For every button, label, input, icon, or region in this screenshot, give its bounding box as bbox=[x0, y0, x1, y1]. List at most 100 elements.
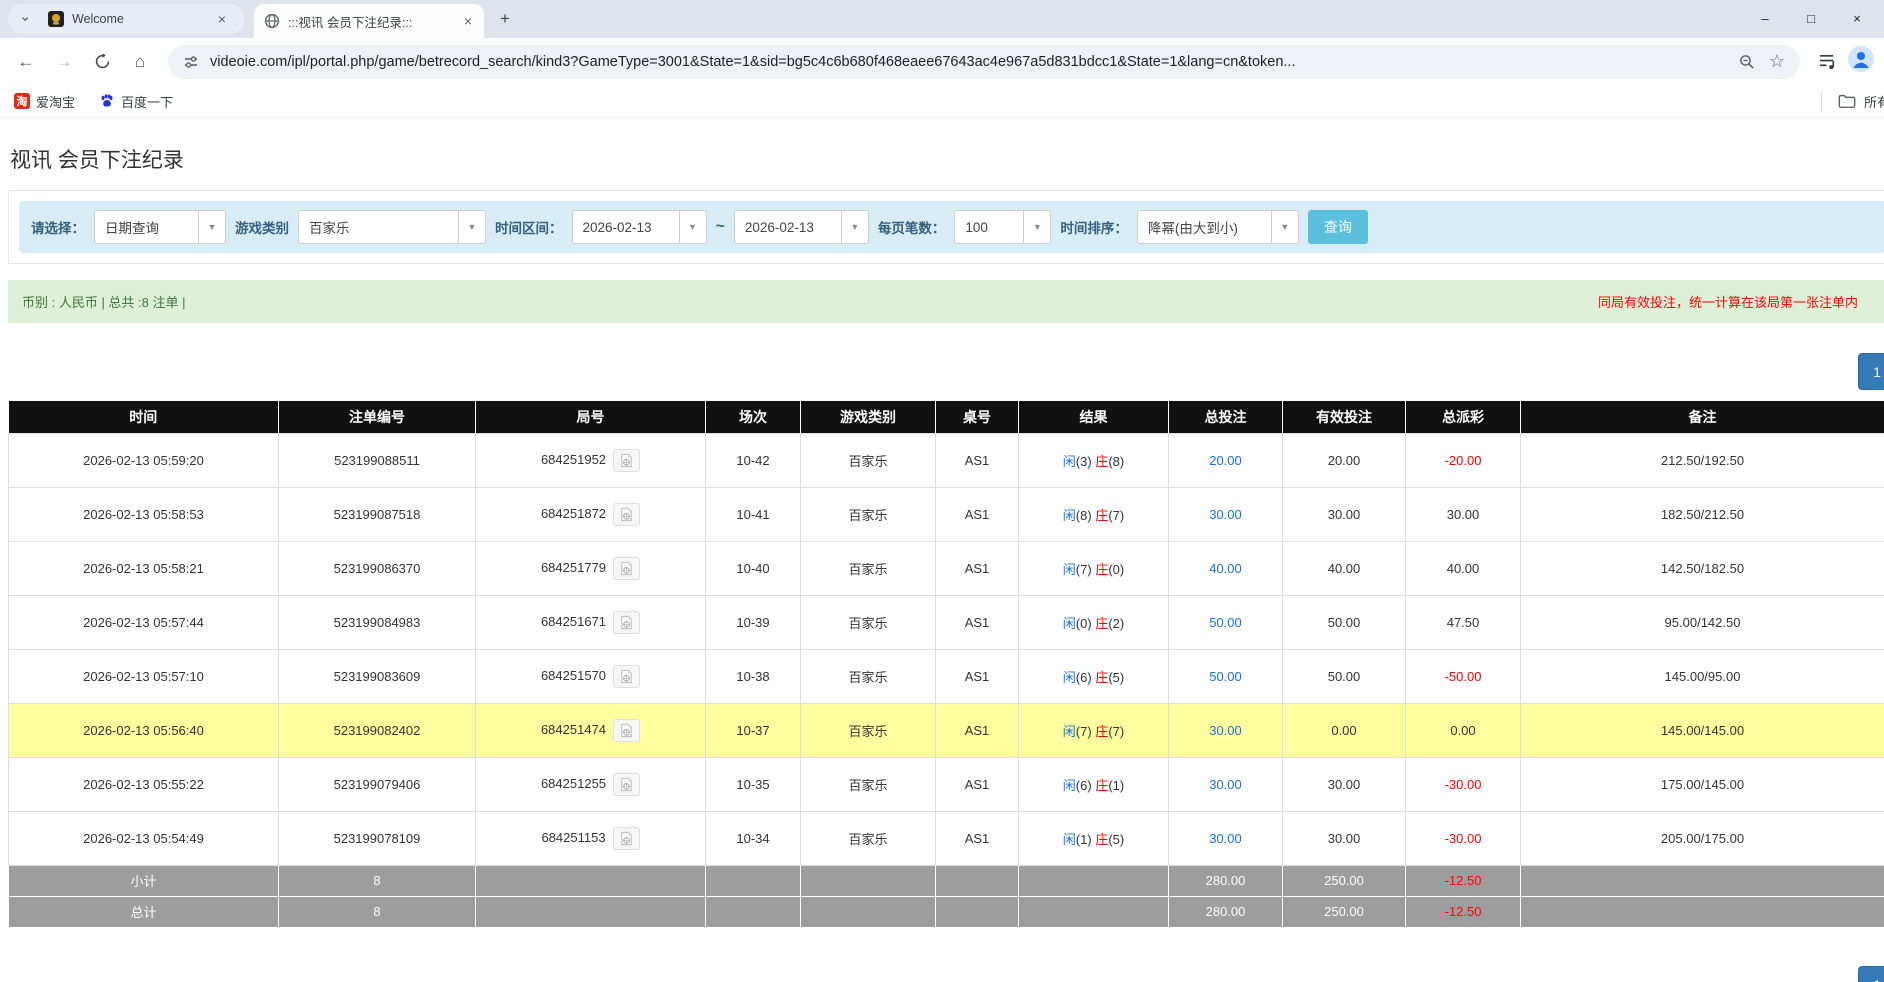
cell-bet-id: 523199083609 bbox=[279, 649, 476, 703]
bookmark-label: 爱淘宝 bbox=[36, 92, 75, 111]
tilde-separator: ~ bbox=[716, 218, 725, 236]
cell-time: 2026-02-13 05:58:21 bbox=[9, 541, 279, 595]
date-from-select[interactable]: 2026-02-13 ▼ bbox=[572, 210, 707, 244]
caret-down-icon: ▼ bbox=[679, 211, 706, 243]
sort-label: 时间排序： bbox=[1060, 217, 1128, 237]
pagination-zone: 1 bbox=[0, 323, 1884, 401]
game-type-select[interactable]: 百家乐 ▼ bbox=[298, 210, 486, 244]
folder-icon bbox=[1838, 93, 1856, 109]
forward-button[interactable]: → bbox=[48, 46, 80, 78]
cell-payout: 30.00 bbox=[1406, 487, 1521, 541]
video-replay-button[interactable] bbox=[613, 665, 640, 688]
cell-table-no: AS1 bbox=[936, 595, 1019, 649]
bookmark-taobao[interactable]: 淘 爱淘宝 bbox=[14, 92, 75, 111]
table-row: 2026-02-13 05:54:49523199078109684251153… bbox=[9, 811, 1884, 865]
bookmark-star-icon[interactable]: ☆ bbox=[1766, 51, 1788, 73]
cell-round-id: 684251153 bbox=[476, 811, 706, 865]
video-replay-button[interactable] bbox=[613, 611, 640, 634]
tab-close-icon[interactable]: × bbox=[216, 11, 228, 27]
page-size-value: 100 bbox=[955, 211, 1023, 243]
cell-sum-empty bbox=[706, 896, 801, 927]
cell-valid-bet: 50.00 bbox=[1283, 649, 1406, 703]
cell-session: 10-35 bbox=[706, 757, 801, 811]
query-type-select[interactable]: 日期查询 ▼ bbox=[94, 210, 226, 244]
reload-button[interactable] bbox=[86, 46, 118, 78]
cell-time: 2026-02-13 05:58:53 bbox=[9, 487, 279, 541]
cell-valid-bet: 30.00 bbox=[1283, 487, 1406, 541]
table-row: 2026-02-13 05:55:22523199079406684251255… bbox=[9, 757, 1884, 811]
summary-note: 同局有效投注，统一计算在该局第一张注单内 bbox=[1598, 292, 1884, 311]
zoom-icon[interactable] bbox=[1736, 51, 1758, 73]
column-header: 总投注 bbox=[1169, 401, 1283, 433]
cell-round-id: 684251570 bbox=[476, 649, 706, 703]
cell-sum-count: 8 bbox=[279, 865, 476, 896]
minimize-button[interactable]: – bbox=[1746, 6, 1784, 30]
date-from-value: 2026-02-13 bbox=[573, 211, 679, 243]
all-bookmarks[interactable]: 所有书签 bbox=[1821, 91, 1884, 111]
sort-select[interactable]: 降幂(由大到小) ▼ bbox=[1137, 210, 1299, 244]
table-header: 时间注单编号局号场次游戏类别桌号结果总投注有效投注总派彩备注 bbox=[9, 401, 1884, 433]
cell-sum-count: 8 bbox=[279, 896, 476, 927]
pagination-page-1-button-bottom[interactable]: 1 bbox=[1858, 966, 1884, 982]
cell-session: 10-42 bbox=[706, 433, 801, 487]
pagination-page-1-button[interactable]: 1 bbox=[1858, 353, 1884, 390]
cell-payout: -30.00 bbox=[1406, 811, 1521, 865]
cell-note: 212.50/192.50 bbox=[1521, 433, 1884, 487]
cell-valid-bet: 20.00 bbox=[1283, 433, 1406, 487]
cell-sum-empty bbox=[706, 865, 801, 896]
date-to-select[interactable]: 2026-02-13 ▼ bbox=[734, 210, 869, 244]
video-replay-button[interactable] bbox=[613, 827, 640, 850]
page-size-select[interactable]: 100 ▼ bbox=[954, 210, 1051, 244]
cell-valid-bet: 40.00 bbox=[1283, 541, 1406, 595]
cell-payout: -30.00 bbox=[1406, 757, 1521, 811]
cell-sum-empty bbox=[936, 896, 1019, 927]
video-replay-button[interactable] bbox=[613, 557, 640, 580]
cell-payout: 0.00 bbox=[1406, 703, 1521, 757]
cell-result: 闲(6) 庄(1) bbox=[1019, 757, 1169, 811]
column-header: 桌号 bbox=[936, 401, 1019, 433]
profile-avatar[interactable] bbox=[1848, 46, 1874, 77]
sort-value: 降幂(由大到小) bbox=[1138, 211, 1271, 243]
cell-time: 2026-02-13 05:59:20 bbox=[9, 433, 279, 487]
home-button[interactable]: ⌂ bbox=[124, 46, 156, 78]
video-replay-button[interactable] bbox=[613, 719, 640, 742]
column-header: 总派彩 bbox=[1406, 401, 1521, 433]
site-info-icon[interactable] bbox=[180, 51, 202, 73]
inactive-tab-group: › Welcome × bbox=[8, 4, 244, 34]
video-replay-button[interactable] bbox=[613, 449, 640, 472]
address-bar[interactable]: videoie.com/ipl/portal.php/game/betrecor… bbox=[168, 45, 1800, 79]
bookmark-baidu[interactable]: 百度一下 bbox=[99, 92, 173, 111]
cell-sum-valid-bet: 250.00 bbox=[1283, 865, 1406, 896]
summary-bar: 币别 : 人民币 | 总共 :8 注单 | 同局有效投注，统一计算在该局第一张注… bbox=[8, 280, 1884, 323]
summary-row: 总计8280.00250.00-12.50 bbox=[9, 896, 1884, 927]
reading-list-icon[interactable] bbox=[1816, 51, 1838, 73]
cell-bet-id: 523199088511 bbox=[279, 433, 476, 487]
cell-game-type: 百家乐 bbox=[801, 487, 936, 541]
cell-total-bet: 20.00 bbox=[1169, 433, 1283, 487]
tab-title: :::视讯 会员下注纪录::: bbox=[288, 12, 454, 31]
url-text[interactable]: videoie.com/ipl/portal.php/game/betrecor… bbox=[210, 54, 1728, 70]
cell-round-id: 684251474 bbox=[476, 703, 706, 757]
cell-table-no: AS1 bbox=[936, 649, 1019, 703]
back-button[interactable]: ← bbox=[10, 46, 42, 78]
caret-down-icon: ▼ bbox=[458, 211, 485, 243]
toolbar-right bbox=[1812, 46, 1874, 77]
search-button[interactable]: 查询 bbox=[1308, 210, 1368, 244]
tab-bet-record[interactable]: :::视讯 会员下注纪录::: × bbox=[254, 4, 484, 38]
cell-game-type: 百家乐 bbox=[801, 433, 936, 487]
video-replay-button[interactable] bbox=[613, 773, 640, 796]
cell-bet-id: 523199078109 bbox=[279, 811, 476, 865]
column-header: 局号 bbox=[476, 401, 706, 433]
tab-close-icon[interactable]: × bbox=[462, 13, 474, 29]
cell-sum-empty bbox=[1019, 865, 1169, 896]
maximize-button[interactable]: □ bbox=[1792, 6, 1830, 30]
summary-text: 币别 : 人民币 | 总共 :8 注单 | bbox=[22, 292, 186, 311]
window-close-button[interactable]: × bbox=[1838, 6, 1876, 30]
cell-time: 2026-02-13 05:54:49 bbox=[9, 811, 279, 865]
tab-welcome[interactable]: Welcome × bbox=[38, 4, 238, 34]
tab-search-button[interactable]: › bbox=[14, 7, 38, 31]
filter-panel: 请选择： 日期查询 ▼ 游戏类别 百家乐 ▼ 时间区间： 2026-02-13 … bbox=[8, 190, 1884, 264]
film-icon bbox=[619, 453, 634, 468]
video-replay-button[interactable] bbox=[613, 503, 640, 526]
new-tab-button[interactable]: + bbox=[492, 6, 518, 32]
